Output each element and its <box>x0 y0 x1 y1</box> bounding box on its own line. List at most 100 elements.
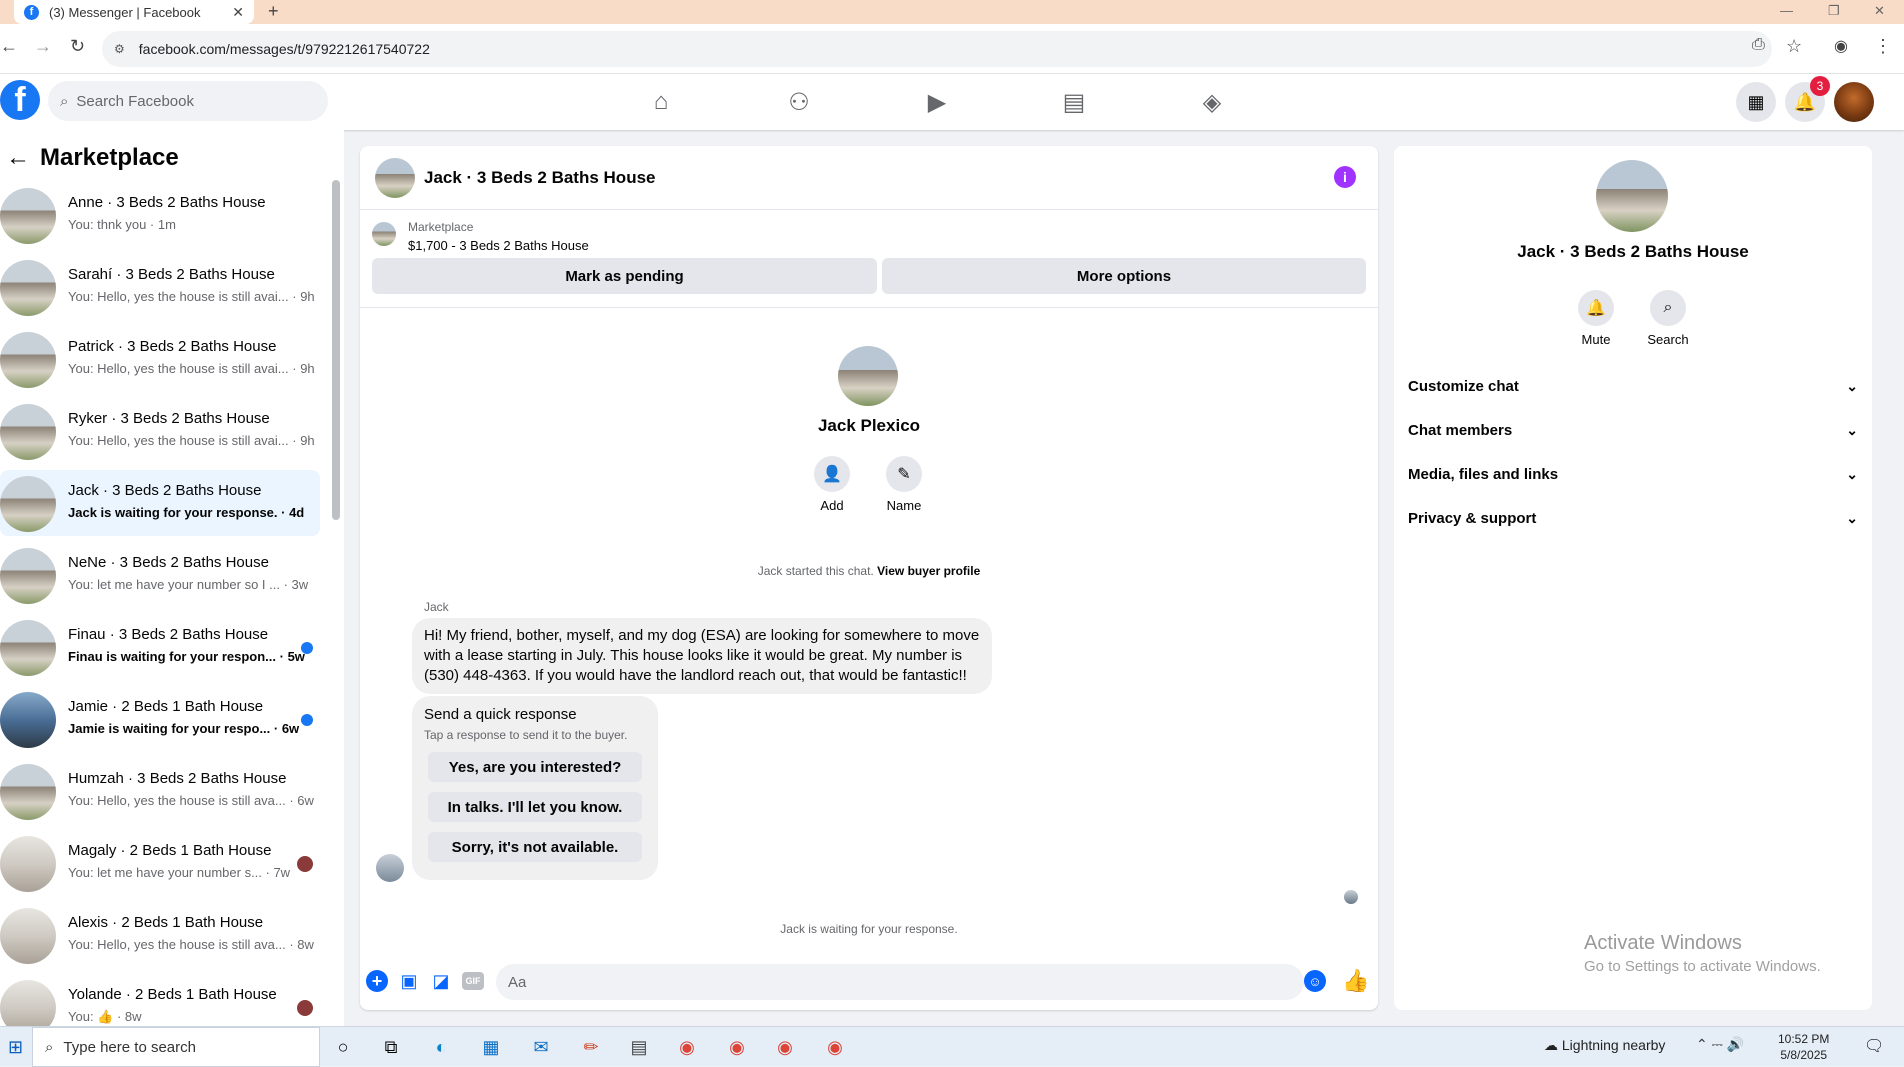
conversation-item[interactable]: Jamie · 2 Beds 1 Bath House Jamie is wait… <box>0 686 320 752</box>
thumbs-up-icon[interactable]: 👍 <box>1342 968 1369 994</box>
conversation-item[interactable]: Finau · 3 Beds 2 Baths House Finau is wai… <box>0 614 320 680</box>
account-avatar[interactable] <box>1834 82 1874 122</box>
bell-icon[interactable]: 🔔 <box>1578 290 1614 326</box>
restore-icon[interactable]: ❐ <box>1828 3 1840 19</box>
browser-menu-icon[interactable]: ⋮ <box>1874 36 1892 57</box>
taskbar-search[interactable]: ⌕ Type here to search <box>32 1027 320 1067</box>
listing-thumbnail[interactable] <box>372 222 396 246</box>
conversation-item[interactable]: NeNe · 3 Beds 2 Baths House You: let me h… <box>0 542 320 608</box>
photo-icon[interactable]: ▣ <box>398 970 420 992</box>
message-composer: + ▣ ◪ GIF Aa ☺ 👍 <box>360 956 1378 1010</box>
close-tab-icon[interactable]: ✕ <box>232 4 244 21</box>
back-icon[interactable]: ← <box>0 36 18 57</box>
chrome-icon[interactable]: ◉ <box>822 1035 848 1059</box>
site-info-icon[interactable]: ⚙ <box>114 42 125 56</box>
windows-start-icon[interactable]: ⊞ <box>8 1037 23 1058</box>
chrome-icon[interactable]: ◉ <box>724 1035 750 1059</box>
emoji-icon[interactable]: ☺ <box>1304 970 1326 992</box>
profile-icon[interactable]: ◉ <box>1834 36 1848 56</box>
system-tray[interactable]: ⌃ ⎓ 🔊 <box>1696 1036 1744 1053</box>
quick-reply-not-available-button[interactable]: Sorry, it's not available. <box>428 832 642 862</box>
details-avatar[interactable] <box>1596 160 1668 232</box>
paint-icon[interactable]: ✏ <box>578 1035 604 1059</box>
mail-icon[interactable]: ✉ <box>528 1035 554 1059</box>
conversation-item[interactable]: Yolande · 2 Beds 1 Bath House You: 👍 · 8w <box>0 974 320 1026</box>
chrome-icon[interactable]: ◉ <box>674 1035 700 1059</box>
gaming-icon[interactable]: ◈ <box>1192 86 1232 118</box>
close-window-icon[interactable]: ✕ <box>1874 3 1885 19</box>
mark-pending-button[interactable]: Mark as pending <box>372 258 877 294</box>
minimize-icon[interactable]: — <box>1780 3 1793 18</box>
notification-center-icon[interactable]: 🗨 <box>1864 1036 1884 1056</box>
conversation-item[interactable]: Sarahí · 3 Beds 2 Baths House You: Hello,… <box>0 254 320 320</box>
plus-icon[interactable]: + <box>366 970 388 992</box>
message-input[interactable]: Aa <box>496 964 1304 1000</box>
sticker-icon[interactable]: ◪ <box>430 970 452 992</box>
video-icon[interactable]: ▶ <box>917 86 957 118</box>
seen-indicator-avatar <box>1344 890 1358 904</box>
quick-reply-in-talks-button[interactable]: In talks. I'll let you know. <box>428 792 642 822</box>
search-icon[interactable]: ⌕ <box>1650 290 1686 326</box>
privacy-support-section[interactable]: Privacy & support ⌄ <box>1408 500 1858 536</box>
conversation-item[interactable]: Magaly · 2 Beds 1 Bath House You: let me … <box>0 830 320 896</box>
address-bar[interactable]: ⚙ facebook.com/messages/t/97922126175407… <box>102 31 1772 67</box>
edge-icon[interactable]: ◐ <box>428 1035 454 1059</box>
marketplace-icon[interactable]: ▤ <box>1054 86 1094 118</box>
conversation-item[interactable]: Ryker · 3 Beds 2 Baths House You: Hello, … <box>0 398 320 464</box>
customize-chat-section[interactable]: Customize chat ⌄ <box>1408 368 1858 404</box>
taskbar-clock[interactable]: 10:52 PM 5/8/2025 <box>1778 1031 1829 1063</box>
edit-pencil-icon[interactable]: ✎ <box>886 456 922 492</box>
menu-grid-icon[interactable]: ▦ <box>1736 82 1776 122</box>
info-icon[interactable]: i <box>1334 166 1356 188</box>
calculator-icon[interactable]: ▤ <box>626 1035 652 1059</box>
more-options-button[interactable]: More options <box>882 258 1366 294</box>
quick-reply-yes-button[interactable]: Yes, are you interested? <box>428 752 642 782</box>
gif-icon[interactable]: GIF <box>462 972 484 990</box>
bookmark-star-icon[interactable]: ☆ <box>1786 36 1802 57</box>
name-action[interactable]: ✎ Name <box>874 456 934 513</box>
chevron-down-icon: ⌄ <box>1846 377 1858 394</box>
new-tab-icon[interactable]: + <box>268 1 279 22</box>
browser-tab[interactable]: f (3) Messenger | Facebook ✕ <box>14 0 254 24</box>
add-action[interactable]: 👤 Add <box>802 456 862 513</box>
listing-title[interactable]: $1,700 - 3 Beds 2 Baths House <box>408 238 589 253</box>
message-bubble[interactable]: Hi! My friend, bother, myself, and my do… <box>412 618 992 694</box>
friends-icon[interactable]: ⚇ <box>779 86 819 118</box>
store-icon[interactable]: ▦ <box>478 1035 504 1059</box>
activate-windows-title: Activate Windows <box>1584 932 1742 954</box>
home-icon[interactable]: ⌂ <box>641 86 681 118</box>
chat-members-section[interactable]: Chat members ⌄ <box>1408 412 1858 448</box>
network-icon[interactable]: ⎓ <box>1712 1036 1723 1052</box>
tab-title: (3) Messenger | Facebook <box>49 4 201 20</box>
chevron-up-icon[interactable]: ⌃ <box>1696 1036 1708 1052</box>
media-files-section[interactable]: Media, files and links ⌄ <box>1408 456 1858 492</box>
reload-icon[interactable]: ↻ <box>70 36 85 57</box>
task-view-icon[interactable]: ⧉ <box>378 1035 404 1059</box>
cortana-icon[interactable]: ○ <box>330 1035 356 1059</box>
install-app-icon[interactable]: ⎙ <box>1752 36 1765 54</box>
conversation-item[interactable]: Patrick · 3 Beds 2 Baths House You: Hello… <box>0 326 320 392</box>
search-action[interactable]: ⌕ Search <box>1638 290 1698 347</box>
add-person-icon[interactable]: 👤 <box>814 456 850 492</box>
view-buyer-profile-link[interactable]: View buyer profile <box>877 564 980 578</box>
conversation-item[interactable]: Jack · 3 Beds 2 Baths House Jack is waiti… <box>0 470 320 536</box>
conversation-item[interactable]: Alexis · 2 Beds 1 Bath House You: Hello, … <box>0 902 320 968</box>
facebook-search-input[interactable]: ⌕ Search Facebook <box>48 81 328 121</box>
forward-icon[interactable]: → <box>34 36 52 57</box>
conversation-item[interactable]: Anne · 3 Beds 2 Baths House You: thnk you… <box>0 182 320 248</box>
sender-avatar[interactable] <box>376 854 404 882</box>
quick-response-subtitle: Tap a response to send it to the buyer. <box>424 728 628 742</box>
chrome-icon[interactable]: ◉ <box>772 1035 798 1059</box>
facebook-logo-icon[interactable]: f <box>0 80 40 120</box>
volume-icon[interactable]: 🔊 <box>1727 1036 1744 1052</box>
chat-avatar[interactable] <box>375 158 415 198</box>
back-arrow-icon[interactable]: ← <box>6 144 30 172</box>
started-text: Jack started this chat. <box>757 564 874 578</box>
sidebar-scrollbar[interactable] <box>332 180 340 520</box>
weather-widget[interactable]: ☁ Lightning nearby <box>1544 1037 1665 1054</box>
profile-avatar[interactable] <box>838 346 898 406</box>
chat-title[interactable]: Jack · 3 Beds 2 Baths House <box>424 168 655 188</box>
conversation-item[interactable]: Humzah · 3 Beds 2 Baths House You: Hello,… <box>0 758 320 824</box>
mute-action[interactable]: 🔔 Mute <box>1566 290 1626 347</box>
conversation-name: Yolande · 2 Beds 1 Bath House <box>68 986 277 1003</box>
